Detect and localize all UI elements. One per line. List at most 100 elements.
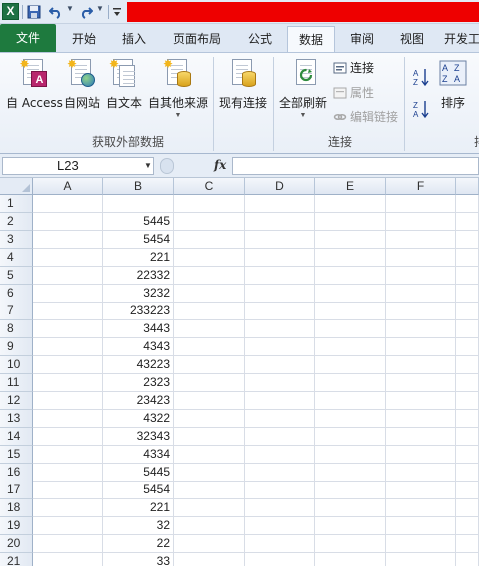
cell-d[interactable] — [245, 302, 315, 319]
cell-b[interactable]: 5454 — [103, 481, 174, 498]
column-header-a[interactable]: A — [33, 178, 103, 195]
column-header-g[interactable] — [456, 178, 479, 195]
customize-qat-icon[interactable] — [111, 3, 123, 20]
cell-f[interactable] — [386, 338, 456, 355]
cell-d[interactable] — [245, 392, 315, 409]
cell-b[interactable]: 221 — [103, 499, 174, 516]
cell-f[interactable] — [386, 285, 456, 302]
row-header[interactable]: 12 — [0, 392, 33, 410]
refresh-all-button[interactable]: 全部刷新 ▼ — [279, 57, 327, 119]
cell-e[interactable] — [315, 553, 386, 566]
cell-g[interactable] — [456, 392, 479, 409]
cell-a[interactable] — [33, 553, 103, 566]
row-header[interactable]: 5 — [0, 267, 33, 285]
formula-bar-splitter[interactable] — [160, 158, 174, 174]
cell-d[interactable] — [245, 356, 315, 373]
tab-home[interactable]: 开始 — [58, 26, 110, 52]
cell-c[interactable] — [174, 195, 245, 212]
cell-e[interactable] — [315, 195, 386, 212]
cell-a[interactable] — [33, 535, 103, 552]
cell-b[interactable]: 4322 — [103, 410, 174, 427]
cell-c[interactable] — [174, 320, 245, 337]
cell-a[interactable] — [33, 338, 103, 355]
cell-g[interactable] — [456, 231, 479, 248]
cell-e[interactable] — [315, 428, 386, 445]
column-header-d[interactable]: D — [245, 178, 315, 195]
cell-b[interactable]: 5454 — [103, 231, 174, 248]
cell-g[interactable] — [456, 356, 479, 373]
formula-input[interactable] — [232, 157, 479, 175]
row-header[interactable]: 13 — [0, 410, 33, 428]
cell-a[interactable] — [33, 231, 103, 248]
row-header[interactable]: 17 — [0, 481, 33, 499]
cell-e[interactable] — [315, 213, 386, 230]
cell-c[interactable] — [174, 410, 245, 427]
save-icon[interactable] — [26, 3, 42, 20]
cell-e[interactable] — [315, 267, 386, 284]
cell-b[interactable]: 4343 — [103, 338, 174, 355]
cell-d[interactable] — [245, 481, 315, 498]
cell-e[interactable] — [315, 338, 386, 355]
undo-dropdown-icon[interactable]: ▼ — [66, 4, 74, 13]
cell-d[interactable] — [245, 374, 315, 391]
cell-e[interactable] — [315, 302, 386, 319]
redo-dropdown-icon[interactable]: ▼ — [96, 4, 104, 13]
cell-g[interactable] — [456, 535, 479, 552]
from-access-button[interactable]: ✸ A 自 Access — [6, 57, 63, 111]
cell-d[interactable] — [245, 464, 315, 481]
cell-b[interactable]: 22 — [103, 535, 174, 552]
cell-d[interactable] — [245, 231, 315, 248]
tab-file[interactable]: 文件 — [0, 24, 56, 52]
cell-c[interactable] — [174, 428, 245, 445]
cell-g[interactable] — [456, 446, 479, 463]
cell-b[interactable]: 5445 — [103, 213, 174, 230]
cell-f[interactable] — [386, 231, 456, 248]
properties-button[interactable]: 属性 — [333, 84, 374, 101]
cell-d[interactable] — [245, 517, 315, 534]
cell-c[interactable] — [174, 285, 245, 302]
cell-d[interactable] — [245, 213, 315, 230]
edit-links-button[interactable]: 编辑链接 — [333, 108, 398, 125]
cell-f[interactable] — [386, 499, 456, 516]
row-header[interactable]: 8 — [0, 320, 33, 338]
cell-b[interactable]: 2323 — [103, 374, 174, 391]
cell-e[interactable] — [315, 517, 386, 534]
tab-formulas[interactable]: 公式 — [236, 26, 284, 52]
row-header[interactable]: 16 — [0, 464, 33, 482]
column-header-b[interactable]: B — [103, 178, 174, 195]
cell-g[interactable] — [456, 285, 479, 302]
cell-g[interactable] — [456, 374, 479, 391]
cell-g[interactable] — [456, 553, 479, 566]
cell-c[interactable] — [174, 517, 245, 534]
cell-a[interactable] — [33, 195, 103, 212]
cell-a[interactable] — [33, 285, 103, 302]
cell-d[interactable] — [245, 410, 315, 427]
cell-c[interactable] — [174, 464, 245, 481]
from-text-button[interactable]: ✸ 自文本 — [106, 57, 142, 111]
cell-f[interactable] — [386, 302, 456, 319]
sort-ascending-button[interactable]: AZ — [412, 67, 430, 90]
cell-c[interactable] — [174, 553, 245, 566]
cell-f[interactable] — [386, 195, 456, 212]
cell-b[interactable]: 32343 — [103, 428, 174, 445]
cell-a[interactable] — [33, 302, 103, 319]
cell-a[interactable] — [33, 464, 103, 481]
cell-e[interactable] — [315, 499, 386, 516]
cell-d[interactable] — [245, 285, 315, 302]
row-header[interactable]: 14 — [0, 428, 33, 446]
row-header[interactable]: 3 — [0, 231, 33, 249]
cell-g[interactable] — [456, 464, 479, 481]
cell-a[interactable] — [33, 213, 103, 230]
cell-a[interactable] — [33, 392, 103, 409]
cell-e[interactable] — [315, 535, 386, 552]
cell-a[interactable] — [33, 267, 103, 284]
column-header-f[interactable]: F — [386, 178, 456, 195]
cell-b[interactable]: 32 — [103, 517, 174, 534]
row-header[interactable]: 6 — [0, 285, 33, 303]
cell-g[interactable] — [456, 338, 479, 355]
cell-a[interactable] — [33, 249, 103, 266]
cell-b[interactable]: 3232 — [103, 285, 174, 302]
cell-e[interactable] — [315, 320, 386, 337]
cell-c[interactable] — [174, 392, 245, 409]
cell-g[interactable] — [456, 517, 479, 534]
